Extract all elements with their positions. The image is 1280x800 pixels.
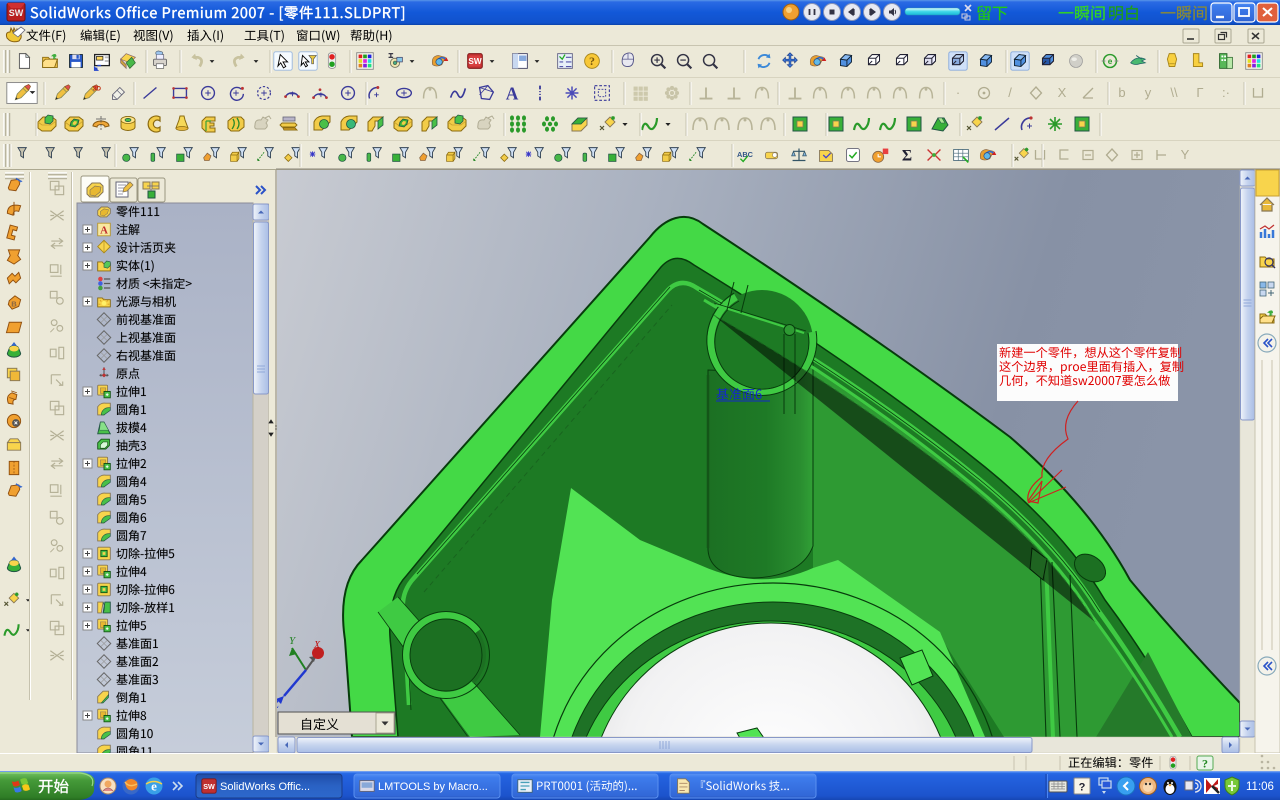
svg-text::·: :· [1222, 85, 1230, 100]
svg-text:X: X [313, 640, 321, 651]
svg-text:B: B [11, 299, 17, 308]
svg-text:?: ? [1079, 782, 1086, 794]
svg-text:?: ? [1202, 757, 1208, 771]
svg-text:SW: SW [468, 57, 482, 66]
svg-text:e: e [1108, 57, 1113, 66]
svg-text:SW: SW [9, 8, 24, 18]
svg-text:11:06: 11:06 [1246, 781, 1274, 793]
svg-text:b: b [1118, 85, 1125, 100]
svg-text:A: A [100, 225, 108, 237]
svg-text:Y: Y [1181, 147, 1190, 162]
svg-text:X: X [1058, 85, 1067, 100]
svg-text:\\: \\ [1170, 85, 1178, 100]
svg-text:/: / [1008, 85, 1012, 100]
svg-text:3D: 3D [93, 85, 102, 92]
svg-text:SolidWorks Offic...: SolidWorks Offic... [220, 781, 310, 793]
svg-text:?: ? [589, 54, 595, 68]
svg-text:·: · [956, 85, 960, 100]
svg-text:LMTOOLS by Macro...: LMTOOLS by Macro... [378, 781, 488, 793]
svg-text:A: A [506, 83, 519, 103]
svg-text:Γ: Γ [1196, 85, 1203, 100]
svg-text:ABC: ABC [737, 150, 754, 159]
svg-text:y: y [1145, 85, 1152, 100]
svg-text:SW: SW [203, 782, 215, 791]
svg-text:Σ: Σ [902, 148, 912, 165]
